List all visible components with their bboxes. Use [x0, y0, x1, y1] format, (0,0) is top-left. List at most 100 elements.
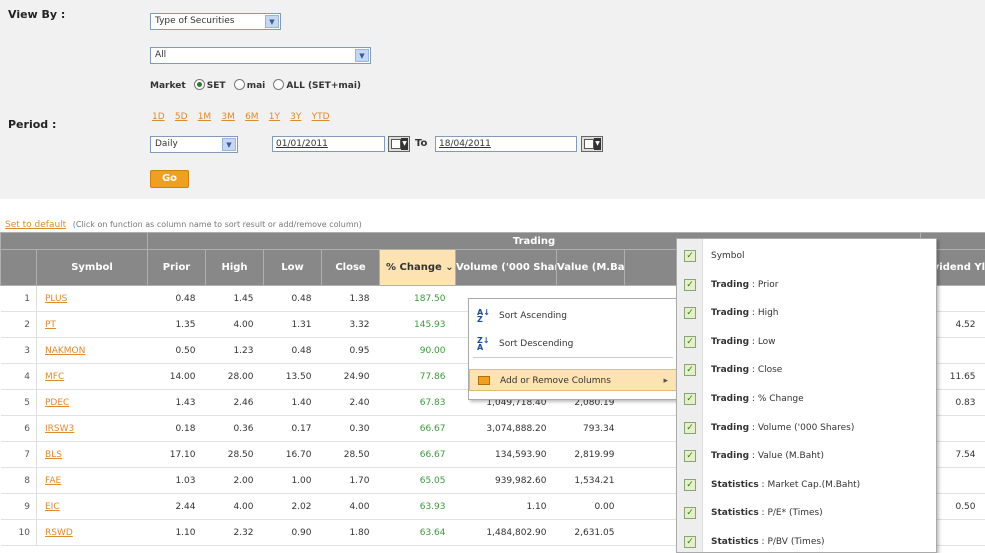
column-option-group: Trading	[711, 279, 750, 290]
to-date-input[interactable]: 18/04/2011	[435, 136, 577, 152]
cell-prior: 2.44	[147, 493, 206, 520]
col-header-close[interactable]: Close	[321, 249, 380, 286]
sort-descending-label: Sort Descending	[499, 339, 574, 349]
cell-close: 1.80	[321, 519, 380, 546]
radio-mai-label: mai	[246, 81, 266, 91]
checkbox-checked-icon[interactable]: ✓	[684, 250, 696, 262]
checkbox-checked-icon[interactable]: ✓	[684, 536, 696, 548]
sort-dropdown-icon[interactable]: ⌄	[445, 262, 453, 273]
column-option-label: P/BV (Times)	[767, 537, 825, 547]
checkbox-checked-icon[interactable]: ✓	[684, 335, 696, 348]
frequency-value: Daily	[155, 139, 178, 149]
symbol-link[interactable]: MFC	[36, 363, 148, 390]
col-header-low[interactable]: Low	[263, 249, 322, 286]
column-option-group: Statistics	[711, 508, 759, 519]
checkbox-checked-icon[interactable]: ✓	[684, 393, 696, 405]
cell-pct: 63.64	[379, 519, 456, 546]
symbol-link[interactable]: PLUS	[36, 285, 148, 312]
checkbox-checked-icon[interactable]: ✓	[684, 278, 696, 291]
go-button[interactable]: Go	[150, 170, 189, 188]
column-option-group: Trading	[711, 394, 750, 404]
col-header-symbol[interactable]: Symbol	[36, 249, 148, 286]
column-option-separator: :	[749, 365, 758, 376]
column-option[interactable]: ✓ Symbol	[677, 242, 936, 270]
column-option-group: Trading	[711, 336, 750, 347]
from-calendar-button[interactable]: ▼	[388, 136, 410, 152]
checkbox-checked-icon[interactable]: ✓	[684, 364, 696, 377]
symbol-link[interactable]: NAKMON	[36, 337, 148, 364]
column-option[interactable]: ✓ Trading : High	[677, 299, 936, 327]
checkbox-checked-icon[interactable]: ✓	[684, 478, 696, 491]
symbol-link[interactable]: IRSW3	[36, 415, 148, 442]
calendar-icon	[584, 139, 594, 149]
checkbox-checked-icon[interactable]: ✓	[684, 421, 696, 434]
checkbox-checked-icon[interactable]: ✓	[684, 450, 696, 463]
cell-pct: 66.67	[379, 441, 456, 468]
column-option[interactable]: ✓ Statistics : Market Cap.(M.Baht)	[677, 471, 936, 499]
cell-pct: 90.00	[379, 337, 456, 364]
col-header-pct-change[interactable]: % Change ⌄	[379, 249, 456, 286]
period-link-5d[interactable]: 5D	[175, 112, 188, 122]
period-link-1m[interactable]: 1M	[198, 112, 212, 122]
sort-descending-item[interactable]: Z↓ A Sort Descending	[469, 333, 677, 355]
cell-volume: 1.10	[455, 493, 557, 520]
column-option[interactable]: ✓ Statistics : P/E* (Times)	[677, 499, 936, 527]
period-link-3m[interactable]: 3M	[221, 112, 235, 122]
symbol-link[interactable]: FAE	[36, 467, 148, 494]
column-option-group: Statistics	[711, 537, 759, 547]
column-option[interactable]: ✓ Trading : Close	[677, 356, 936, 384]
sort-ascending-icon: A↓ Z	[477, 308, 490, 324]
symbol-link[interactable]: EIC	[36, 493, 148, 520]
cell-no: 8	[0, 467, 37, 494]
cell-close: 0.95	[321, 337, 380, 364]
add-remove-columns-item[interactable]: Add or Remove Columns ▸	[469, 369, 677, 391]
period-link-1d[interactable]: 1D	[152, 112, 165, 122]
radio-set[interactable]	[193, 79, 205, 90]
col-header-value[interactable]: Value (M.Baht)	[556, 249, 625, 286]
radio-mai[interactable]	[233, 79, 245, 90]
cell-close: 3.32	[321, 311, 380, 338]
cell-volume: 3,074,888.20	[455, 415, 557, 442]
symbol-link[interactable]: BLS	[36, 441, 148, 468]
radio-all[interactable]	[273, 79, 285, 90]
col-header-high[interactable]: High	[205, 249, 264, 286]
symbol-link[interactable]: PDEC	[36, 389, 148, 416]
cell-prior: 1.03	[147, 467, 206, 494]
column-option-label: P/E* (Times)	[767, 508, 823, 519]
checkbox-checked-icon[interactable]: ✓	[684, 307, 696, 320]
column-option[interactable]: ✓ Trading : Prior	[677, 271, 936, 299]
security-type-select[interactable]: Type of Securities ▼	[150, 13, 281, 30]
cell-low: 0.48	[263, 337, 322, 364]
symbol-link[interactable]: RSWD	[36, 519, 148, 546]
symbol-link[interactable]: PT	[36, 311, 148, 338]
col-header-volume[interactable]: Volume ('000 Shares)	[455, 249, 557, 286]
checkbox-checked-icon[interactable]: ✓	[684, 507, 696, 520]
column-option[interactable]: ✓ Trading : Value (M.Baht)	[677, 442, 936, 470]
period-link-6m[interactable]: 6M	[245, 112, 259, 122]
sort-ascending-item[interactable]: A↓ Z Sort Ascending	[469, 305, 677, 327]
col-header-prior[interactable]: Prior	[147, 249, 206, 286]
cell-value: 1,534.21	[556, 467, 625, 494]
from-date-input[interactable]: 01/01/2011	[272, 136, 385, 152]
frequency-select[interactable]: Daily ▼	[150, 136, 238, 153]
column-option[interactable]: ✓ Trading : % Change	[677, 385, 936, 413]
menu-separator	[473, 357, 673, 358]
sub-type-select[interactable]: All ▼	[150, 47, 371, 64]
column-option[interactable]: ✓ Statistics : P/BV (Times)	[677, 528, 936, 553]
column-option[interactable]: ✓ Trading : Low	[677, 328, 936, 356]
cell-close: 2.40	[321, 389, 380, 416]
column-option-group: Trading	[711, 365, 750, 376]
set-to-default-link[interactable]: Set to default	[5, 220, 66, 230]
chevron-down-icon: ▼	[222, 138, 236, 151]
to-calendar-button[interactable]: ▼	[581, 136, 603, 152]
period-link-ytd[interactable]: YTD	[312, 112, 330, 122]
cell-no: 3	[0, 337, 37, 364]
market-radio-group: Market SET mai ALL (SET+mai)	[150, 79, 361, 91]
period-link-1y[interactable]: 1Y	[269, 112, 280, 122]
cell-prior: 0.48	[147, 285, 206, 312]
column-option-label: Symbol	[711, 251, 745, 261]
cell-close: 1.38	[321, 285, 380, 312]
cell-volume: 939,982.60	[455, 467, 557, 494]
column-option[interactable]: ✓ Trading : Volume ('000 Shares)	[677, 414, 936, 442]
period-link-3y[interactable]: 3Y	[290, 112, 301, 122]
